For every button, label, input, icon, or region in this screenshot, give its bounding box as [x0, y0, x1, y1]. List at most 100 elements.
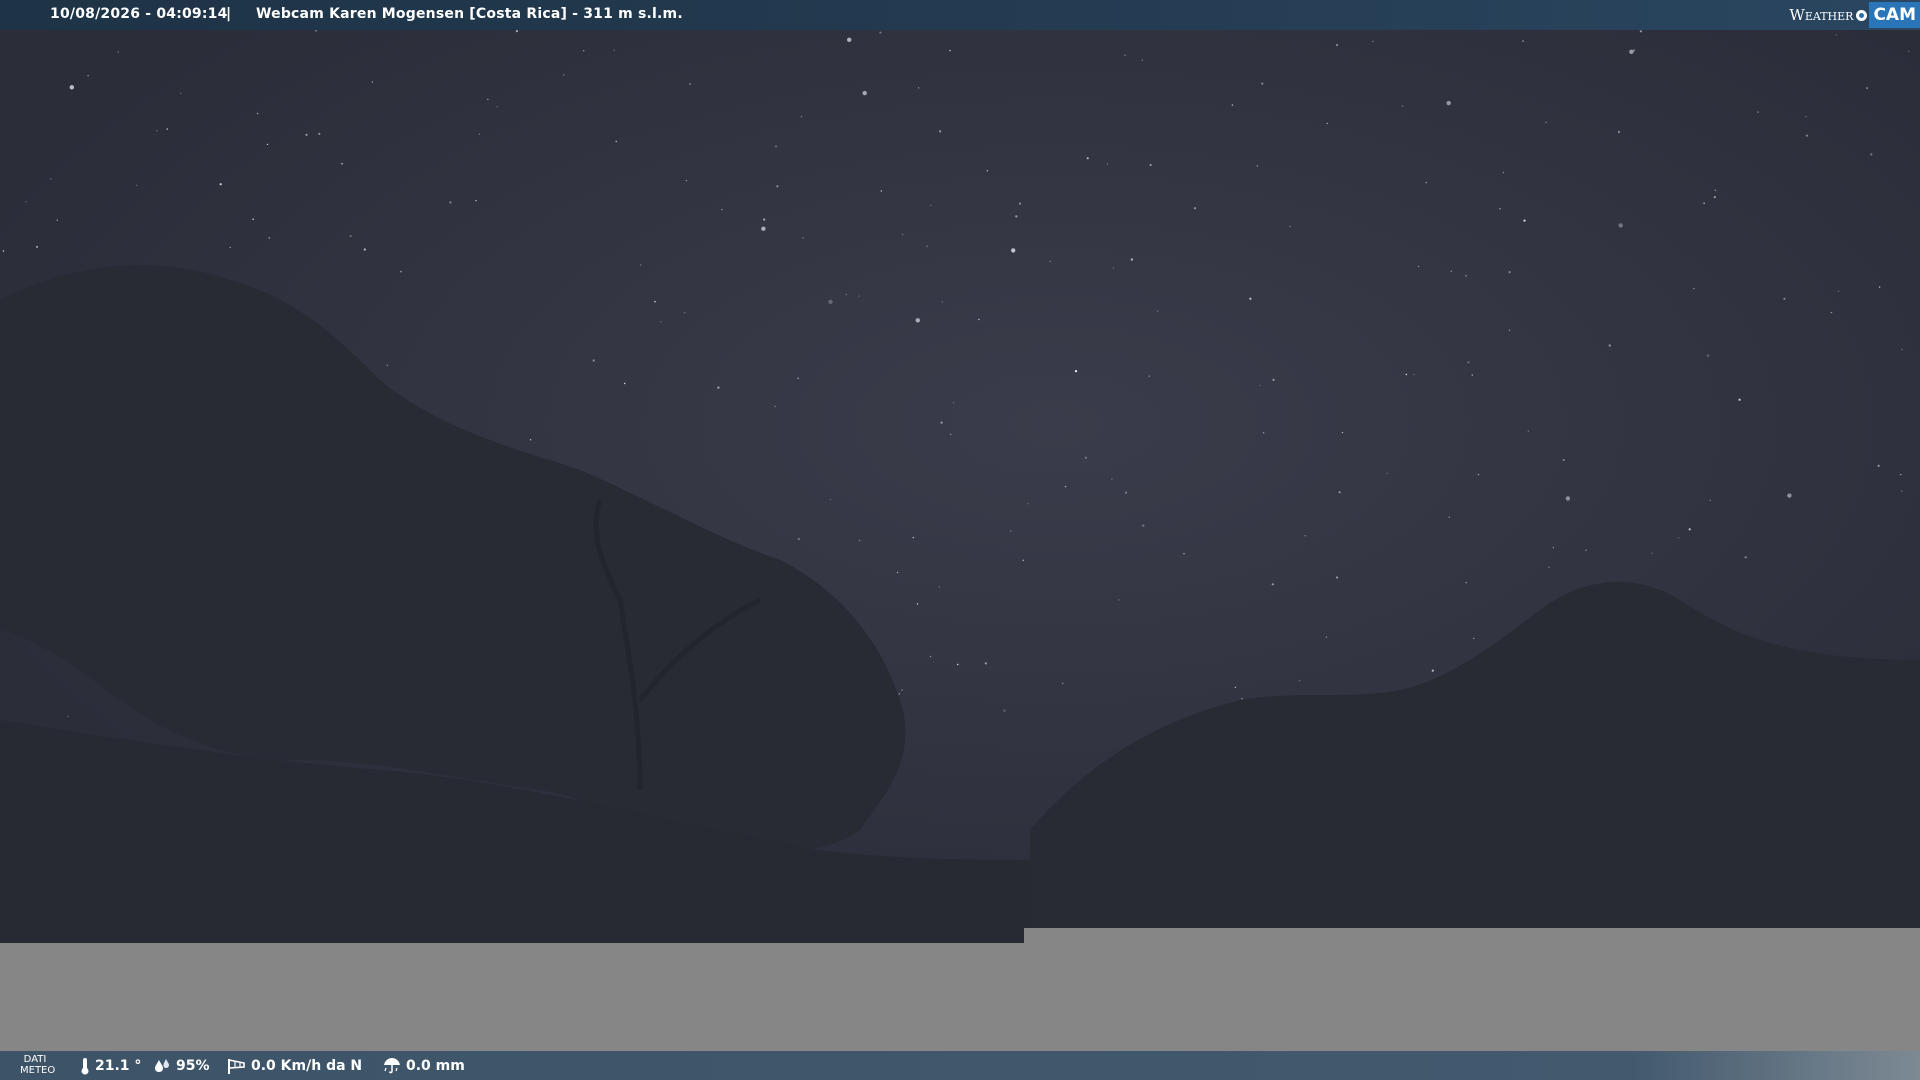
star [917, 87, 920, 89]
star [1639, 30, 1642, 33]
star [1413, 373, 1415, 376]
star [449, 201, 452, 204]
star [1565, 496, 1571, 501]
star [1064, 485, 1067, 488]
star [583, 50, 585, 52]
star [1837, 290, 1840, 292]
rain-umbrella-icon [384, 1057, 400, 1073]
star [1272, 378, 1275, 381]
star [797, 537, 800, 541]
star [1241, 697, 1243, 700]
star [1907, 50, 1910, 52]
star [1545, 121, 1547, 124]
star [229, 246, 231, 249]
star [1149, 163, 1152, 167]
star [776, 185, 779, 188]
star [268, 237, 270, 239]
star [880, 190, 882, 192]
star [1118, 599, 1120, 601]
star [1027, 503, 1030, 505]
star [219, 183, 222, 186]
star [1878, 286, 1881, 288]
star [1049, 260, 1052, 262]
star [940, 421, 943, 424]
star [1234, 686, 1237, 689]
star [774, 145, 778, 148]
wind-sock-icon [228, 1058, 245, 1074]
logo-cam-text: CAM [1869, 2, 1920, 28]
star [252, 218, 254, 220]
star [1877, 464, 1880, 467]
humidity-drops-icon [155, 1058, 169, 1072]
star [136, 184, 138, 186]
star [1688, 528, 1691, 531]
star [1386, 472, 1388, 475]
star [1009, 530, 1012, 532]
star [1011, 248, 1016, 253]
star [1124, 491, 1128, 494]
star [929, 655, 932, 658]
star [902, 233, 904, 236]
star [613, 49, 615, 51]
star [1562, 458, 1565, 462]
star [1259, 384, 1262, 387]
star [1084, 456, 1087, 459]
star [1617, 130, 1621, 133]
logo-weather-text: Weather [1789, 6, 1854, 24]
star [1111, 478, 1113, 480]
star [615, 140, 617, 143]
star [896, 571, 899, 574]
star [847, 37, 852, 42]
star [721, 208, 723, 211]
star [1141, 59, 1144, 61]
star [1714, 189, 1717, 191]
star [1713, 196, 1716, 199]
star [1473, 637, 1475, 640]
star [35, 245, 39, 248]
star [400, 271, 402, 273]
star [1835, 34, 1838, 36]
star [1678, 537, 1680, 539]
star [1477, 473, 1480, 476]
star [761, 226, 766, 231]
star [859, 539, 861, 542]
star [1124, 54, 1126, 56]
star [829, 498, 832, 501]
star [916, 603, 919, 605]
star [475, 199, 477, 202]
weathercam-logo[interactable]: Weather CAM [1789, 0, 1920, 30]
star [1471, 374, 1474, 376]
star [1783, 297, 1786, 300]
thermometer-icon [81, 1057, 89, 1074]
empty-image-area-left [0, 943, 1024, 1051]
star [1787, 493, 1792, 498]
star [1022, 559, 1024, 561]
star [1148, 375, 1151, 377]
star [478, 133, 481, 135]
star [1651, 552, 1653, 554]
star [1900, 473, 1902, 476]
star [341, 163, 343, 165]
star [683, 311, 686, 314]
star [529, 439, 532, 441]
star [1106, 163, 1109, 165]
star [117, 51, 119, 53]
star [1585, 549, 1587, 551]
star [1465, 274, 1468, 277]
star [1015, 215, 1018, 218]
star [763, 218, 766, 221]
logo-lens-icon [1856, 9, 1868, 21]
star [2, 250, 5, 252]
star [1901, 490, 1903, 492]
star [950, 433, 952, 436]
star [1405, 373, 1408, 376]
star [1338, 491, 1341, 494]
star [1074, 370, 1078, 373]
star [1249, 297, 1252, 300]
star [1552, 546, 1555, 549]
star [1183, 553, 1185, 555]
star [1450, 270, 1452, 272]
star [941, 301, 944, 303]
header-separator: | [226, 6, 232, 22]
wind-reading: 0.0 Km/h da N [226, 1051, 362, 1080]
